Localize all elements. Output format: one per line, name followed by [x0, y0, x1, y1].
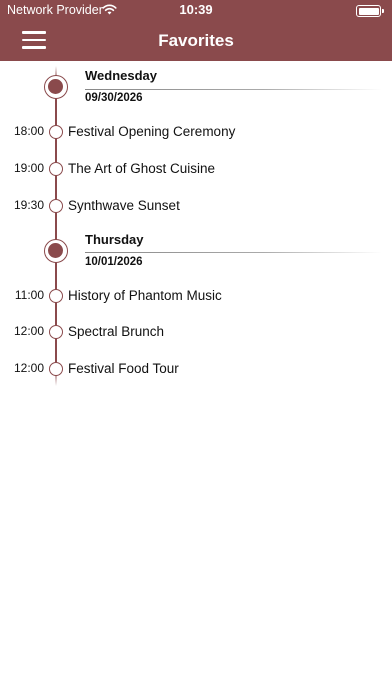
event-title[interactable]: Spectral Brunch: [68, 324, 164, 339]
event-title[interactable]: Festival Food Tour: [68, 361, 179, 376]
event-time: 19:00: [13, 161, 44, 175]
event-node-icon: [49, 162, 63, 176]
event-title[interactable]: The Art of Ghost Cuisine: [68, 161, 215, 176]
clock: 10:39: [179, 2, 213, 17]
page-title: Favorites: [158, 31, 234, 50]
event-time: 18:00: [13, 124, 44, 138]
event-time: 19:30: [13, 198, 44, 212]
event-time: 12:00: [13, 361, 44, 375]
event-title[interactable]: Synthwave Sunset: [68, 198, 180, 213]
day-divider: [85, 252, 382, 253]
event-time: 12:00: [13, 324, 44, 338]
day-name: Thursday: [85, 232, 144, 247]
day-node-icon: [44, 239, 68, 263]
event-node-icon: [49, 199, 63, 213]
day-divider: [85, 89, 382, 90]
event-node-icon: [49, 125, 63, 139]
navigation-bar: Favorites: [0, 20, 392, 61]
day-node-icon: [44, 75, 68, 99]
event-node-icon: [49, 362, 63, 376]
day-date: 10/01/2026: [85, 256, 143, 268]
event-node-icon: [49, 289, 63, 303]
battery-icon: [356, 5, 384, 17]
status-bar: Network Provider 10:39: [0, 0, 392, 20]
event-time: 11:00: [14, 288, 44, 302]
event-title[interactable]: History of Phantom Music: [68, 288, 222, 303]
day-date: 09/30/2026: [85, 92, 143, 104]
event-node-icon: [49, 325, 63, 339]
day-name: Wednesday: [85, 68, 158, 83]
event-title[interactable]: Festival Opening Ceremony: [68, 124, 235, 139]
